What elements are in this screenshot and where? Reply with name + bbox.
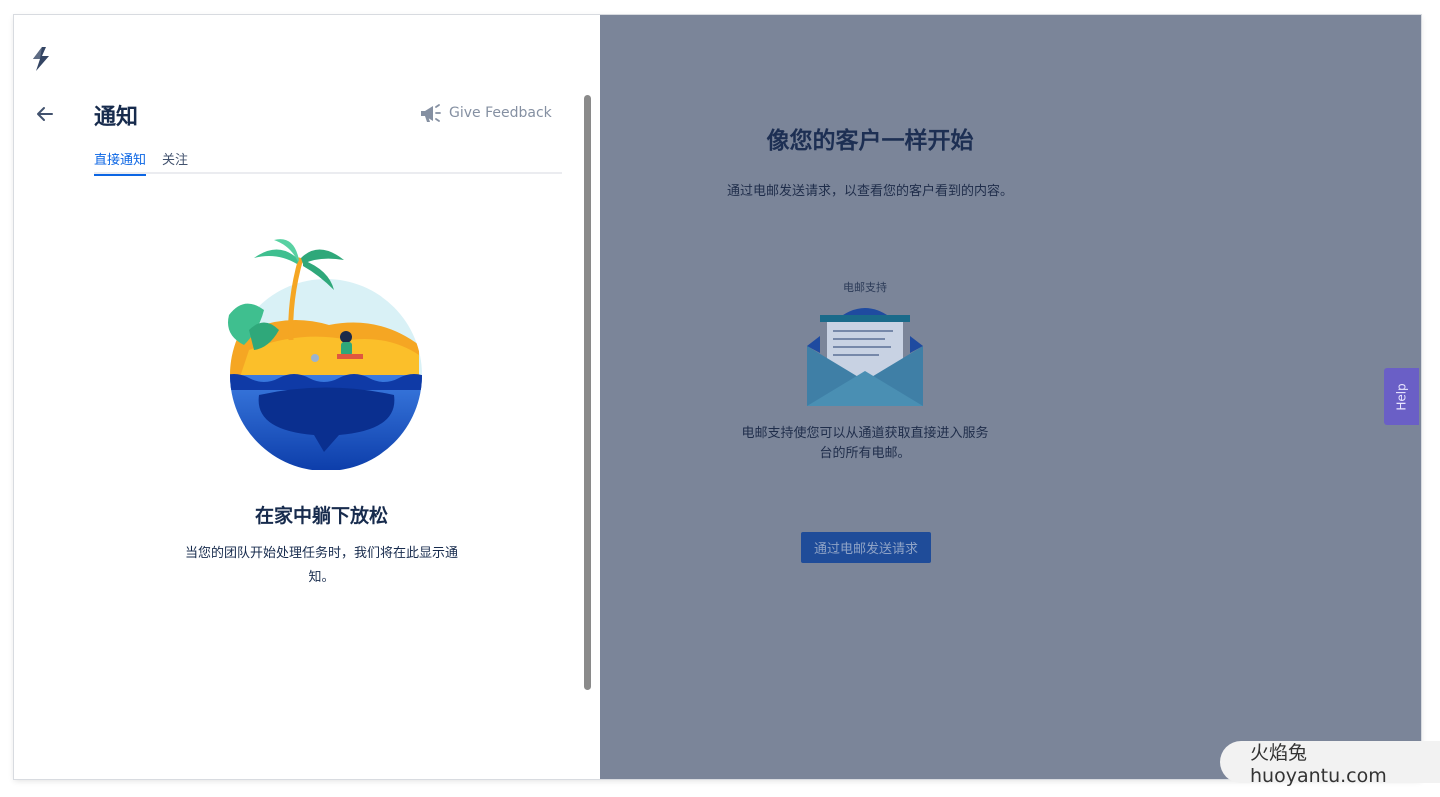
app-frame: 像您的客户一样开始 通过电邮发送请求，以查看您的客户看到的内容。 电邮支持 电邮… bbox=[14, 15, 1421, 779]
notifications-panel: 通知 Give Feedback 直接通知 关注 在家中躺下放松 当您的团队开始… bbox=[14, 15, 600, 779]
backdrop-page: 像您的客户一样开始 通过电邮发送请求，以查看您的客户看到的内容。 电邮支持 电邮… bbox=[600, 15, 1421, 779]
email-support-description: 电邮支持使您可以从通道获取直接进入服务台的所有电邮。 bbox=[741, 426, 989, 461]
give-feedback-button[interactable]: Give Feedback bbox=[419, 103, 552, 123]
island-illustration bbox=[219, 230, 429, 471]
empty-state-title: 在家中躺下放松 bbox=[254, 505, 388, 527]
lightning-logo-icon[interactable] bbox=[30, 45, 52, 73]
backdrop-subtitle: 通过电邮发送请求，以查看您的客户看到的内容。 bbox=[726, 184, 1013, 199]
send-request-by-email-button[interactable]: 通过电邮发送请求 bbox=[801, 532, 931, 563]
email-support-label: 电邮支持 bbox=[843, 281, 887, 294]
back-button[interactable] bbox=[34, 103, 56, 125]
watermark-text: 火焰兔 huoyantu.com bbox=[1250, 741, 1387, 787]
megaphone-icon bbox=[421, 104, 441, 122]
page-title: 通知 bbox=[94, 105, 139, 130]
arrow-left-icon bbox=[37, 107, 53, 121]
backdrop-title: 像您的客户一样开始 bbox=[766, 128, 974, 154]
notification-tabs: 直接通知 关注 bbox=[94, 149, 562, 176]
watermark: 火焰兔 huoyantu.com bbox=[1220, 741, 1440, 787]
tab-watching[interactable]: 关注 bbox=[162, 149, 188, 174]
panel-scrollbar[interactable] bbox=[584, 95, 591, 690]
tab-direct-notifications[interactable]: 直接通知 bbox=[94, 149, 147, 176]
help-label: Help bbox=[1394, 382, 1409, 411]
help-button[interactable]: Help bbox=[1384, 368, 1419, 425]
envelope-icon bbox=[805, 301, 925, 406]
empty-state-description: 当您的团队开始处理任务时，我们将在此显示通知。 bbox=[184, 546, 458, 585]
give-feedback-label: Give Feedback bbox=[449, 105, 552, 121]
